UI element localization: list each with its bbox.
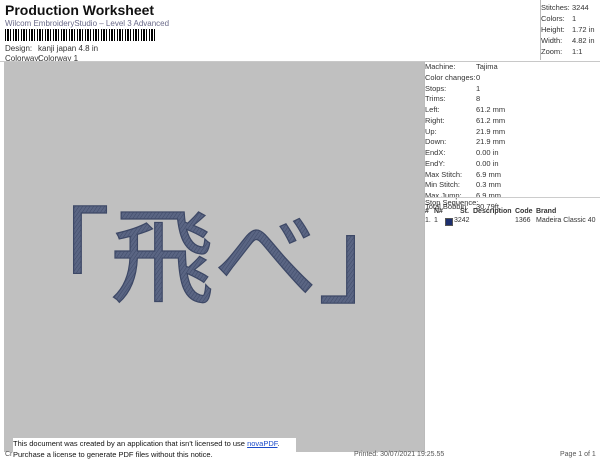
row-st: 3242 bbox=[454, 217, 470, 224]
stats-row: Zoom: 1:1 bbox=[541, 47, 583, 56]
machine-info-panel: Machine: Tajima Color changes: 0 Stops: 1 T… bbox=[425, 62, 600, 213]
stats-panel: Stitches: 3244 Colors: 1 Height: 1.72 in Wi… bbox=[541, 2, 599, 59]
row-brand: Madeira Classic 40 bbox=[536, 217, 596, 224]
row-num: 1. bbox=[425, 217, 431, 224]
color-swatch bbox=[445, 218, 453, 228]
info-row: Stops: 1 bbox=[425, 83, 481, 93]
row-n: 1 bbox=[434, 217, 438, 224]
design-label: Design: bbox=[5, 44, 33, 53]
col-brand: Brand bbox=[536, 208, 557, 215]
info-row: Color changes: 0 bbox=[425, 72, 481, 82]
stats-row: Stitches: 3244 bbox=[541, 3, 589, 12]
design-text: 「飛べ」 bbox=[6, 197, 422, 319]
info-row: Trims: 8 bbox=[425, 94, 481, 104]
barcode bbox=[5, 29, 157, 41]
col-st: St. bbox=[460, 208, 469, 215]
table-row: 1. 1 3242 1366 Madeira Classic 40 bbox=[425, 217, 600, 226]
stats-row: Width: 4.82 in bbox=[541, 36, 595, 45]
stats-row: Colors: 1 bbox=[541, 14, 577, 23]
info-row: Up: 21.9 mm bbox=[425, 126, 506, 136]
info-row: Right: 61.2 mm bbox=[425, 115, 506, 125]
info-row: EndY: 0.00 in bbox=[425, 158, 499, 168]
design-value: kanji japan 4.8 in bbox=[38, 44, 99, 53]
novapdf-link[interactable]: novaPDF bbox=[247, 439, 277, 448]
page-number: Page 1 of 1 bbox=[560, 451, 596, 458]
design-preview: 「飛べ」 bbox=[4, 62, 424, 452]
info-row: Min Stitch: 0.3 mm bbox=[425, 180, 502, 190]
info-row: Left: 61.2 mm bbox=[425, 105, 506, 114]
stop-sequence-label: Stop Sequence: bbox=[425, 198, 479, 207]
col-description: Description bbox=[473, 208, 512, 215]
stop-sequence-header: # N# St. Description Code Brand bbox=[425, 208, 600, 217]
notice-line-1: This document was created by an applicat… bbox=[13, 439, 280, 448]
col-num: # bbox=[425, 208, 429, 215]
embroidery-design: 「飛べ」 bbox=[5, 196, 422, 319]
worksheet-title: Production Worksheet bbox=[5, 2, 155, 18]
footer-left: Cr bbox=[5, 451, 13, 458]
printed-date: Printed: 30/07/2021 19:25.55 bbox=[354, 451, 445, 458]
software-name: Wilcom EmbroideryStudio – Level 3 Advanc… bbox=[5, 19, 170, 28]
info-row: EndX: 0.00 in bbox=[425, 148, 499, 157]
info-row: Machine: Tajima bbox=[425, 62, 498, 71]
col-n: N# bbox=[434, 208, 443, 215]
info-row: Max Stitch: 6.9 mm bbox=[425, 169, 502, 179]
info-row: Down: 21.9 mm bbox=[425, 137, 506, 147]
license-notice: This document was created by an applicat… bbox=[13, 438, 296, 464]
stats-row: Height: 1.72 in bbox=[541, 25, 595, 34]
col-code: Code bbox=[515, 208, 533, 215]
row-code: 1366 bbox=[515, 217, 531, 224]
notice-line-2: Purchase a license to generate PDF files… bbox=[13, 450, 213, 459]
